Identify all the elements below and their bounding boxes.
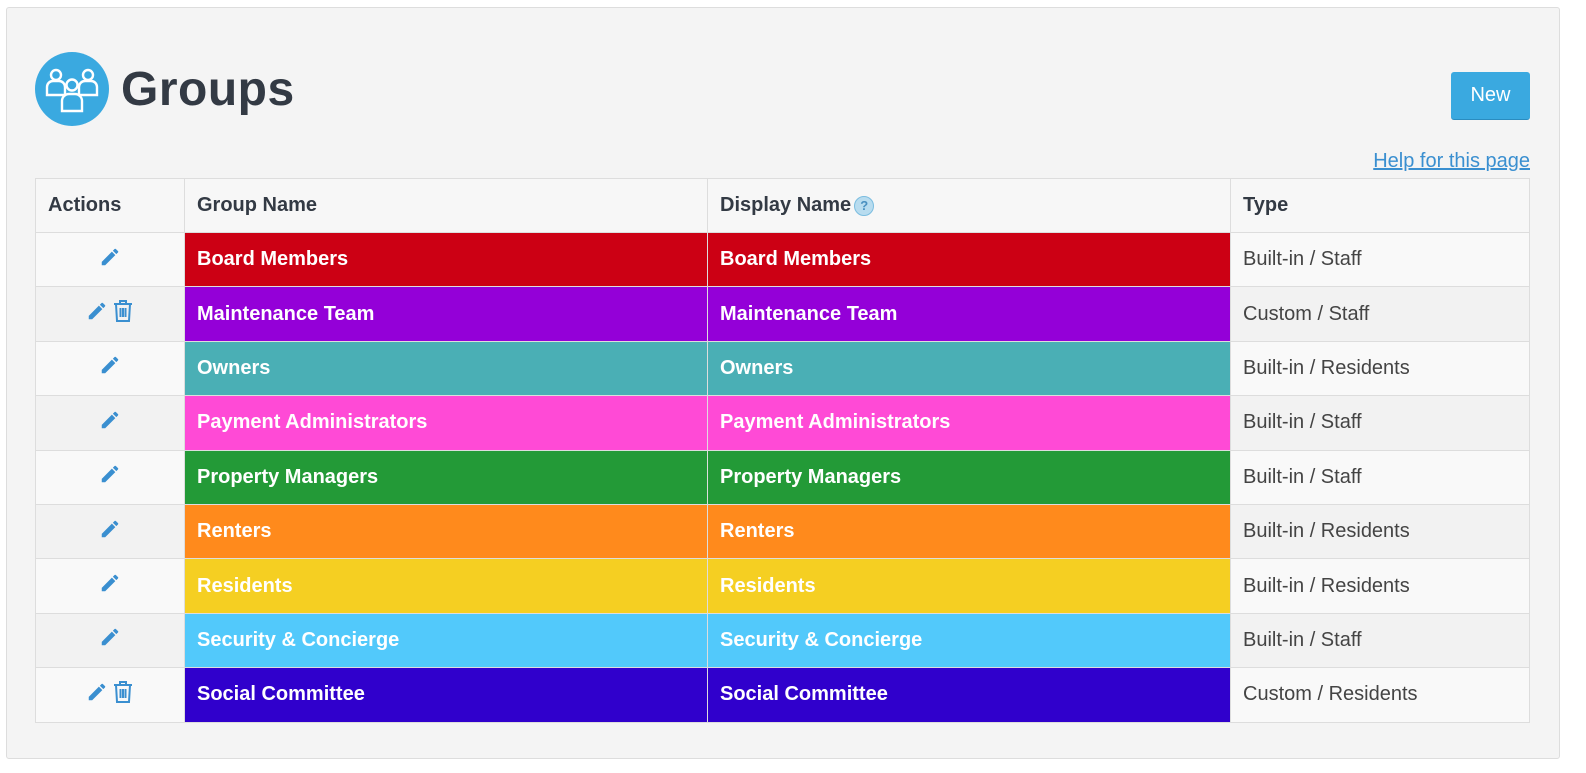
actions-cell (35, 286, 185, 342)
people-group-icon (35, 52, 109, 126)
table-row: Board Members Board Members Built-in / Sta… (35, 231, 1530, 288)
type-cell: Built-in / Staff (1230, 231, 1530, 288)
type-cell: Custom / Residents (1230, 667, 1530, 723)
display-name-cell: Property Managers (707, 449, 1231, 505)
group-name-cell: Maintenance Team (184, 286, 708, 342)
display-name-cell: Payment Administrators (707, 395, 1231, 451)
type-cell: Built-in / Residents (1230, 503, 1530, 560)
group-name-cell: Renters (184, 503, 708, 560)
display-name-cell: Security & Concierge (707, 612, 1231, 669)
new-group-button[interactable]: New (1451, 72, 1530, 120)
actions-cell (35, 395, 185, 451)
delete-trash-icon[interactable] (112, 680, 134, 710)
display-name-cell: Maintenance Team (707, 286, 1231, 342)
table-row: Security & Concierge Security & Concierge… (35, 612, 1530, 669)
display-name-cell: Renters (707, 503, 1231, 560)
table-row: Payment Administrators Payment Administra… (35, 395, 1530, 451)
type-cell: Built-in / Staff (1230, 612, 1530, 669)
type-cell: Built-in / Residents (1230, 558, 1530, 614)
actions-cell (35, 667, 185, 723)
column-header-type[interactable]: Type (1230, 178, 1530, 233)
display-name-cell: Owners (707, 340, 1231, 397)
groups-table: Actions Group Name Display Name? Type Bo… (35, 178, 1530, 723)
group-name-cell: Payment Administrators (184, 395, 708, 451)
display-name-cell: Social Committee (707, 667, 1231, 723)
edit-pencil-icon[interactable] (99, 463, 121, 491)
actions-cell (35, 503, 185, 560)
group-name-cell: Board Members (184, 231, 708, 288)
delete-trash-icon[interactable] (112, 299, 134, 329)
group-name-cell: Social Committee (184, 667, 708, 723)
table-row: Maintenance Team Maintenance Team Custom /… (35, 286, 1530, 342)
groups-panel: Groups New Help for this page Actions Gr… (6, 7, 1560, 759)
type-cell: Built-in / Staff (1230, 449, 1530, 505)
column-header-display-name-label: Display Name (720, 194, 852, 216)
table-row: Property Managers Property Managers Built-… (35, 449, 1530, 505)
edit-pencil-icon[interactable] (99, 518, 121, 546)
edit-pencil-icon[interactable] (99, 409, 121, 437)
group-name-cell: Residents (184, 558, 708, 614)
column-header-display-name[interactable]: Display Name? (707, 178, 1231, 233)
help-link[interactable]: Help for this page (1373, 150, 1530, 173)
edit-pencil-icon[interactable] (86, 681, 108, 709)
actions-cell (35, 612, 185, 669)
group-name-cell: Security & Concierge (184, 612, 708, 669)
edit-pencil-icon[interactable] (99, 354, 121, 382)
type-cell: Built-in / Staff (1230, 395, 1530, 451)
actions-cell (35, 449, 185, 505)
edit-pencil-icon[interactable] (99, 246, 121, 274)
actions-cell (35, 558, 185, 614)
table-row: Renters Renters Built-in / Residents (35, 503, 1530, 560)
page-title: Groups (121, 62, 295, 116)
table-header-row: Actions Group Name Display Name? Type (35, 178, 1530, 233)
page-header: Groups (35, 52, 295, 126)
type-cell: Custom / Staff (1230, 286, 1530, 342)
edit-pencil-icon[interactable] (86, 300, 108, 328)
display-name-cell: Board Members (707, 231, 1231, 288)
column-header-group-name[interactable]: Group Name (184, 178, 708, 233)
display-name-cell: Residents (707, 558, 1231, 614)
actions-cell (35, 231, 185, 288)
edit-pencil-icon[interactable] (99, 572, 121, 600)
group-name-cell: Owners (184, 340, 708, 397)
table-row: Owners Owners Built-in / Residents (35, 340, 1530, 397)
table-row: Residents Residents Built-in / Residents (35, 558, 1530, 614)
help-question-icon[interactable]: ? (854, 195, 875, 216)
column-header-actions: Actions (35, 178, 185, 233)
type-cell: Built-in / Residents (1230, 340, 1530, 397)
table-row: Social Committee Social Committee Custom /… (35, 667, 1530, 723)
group-name-cell: Property Managers (184, 449, 708, 505)
edit-pencil-icon[interactable] (99, 626, 121, 654)
actions-cell (35, 340, 185, 397)
